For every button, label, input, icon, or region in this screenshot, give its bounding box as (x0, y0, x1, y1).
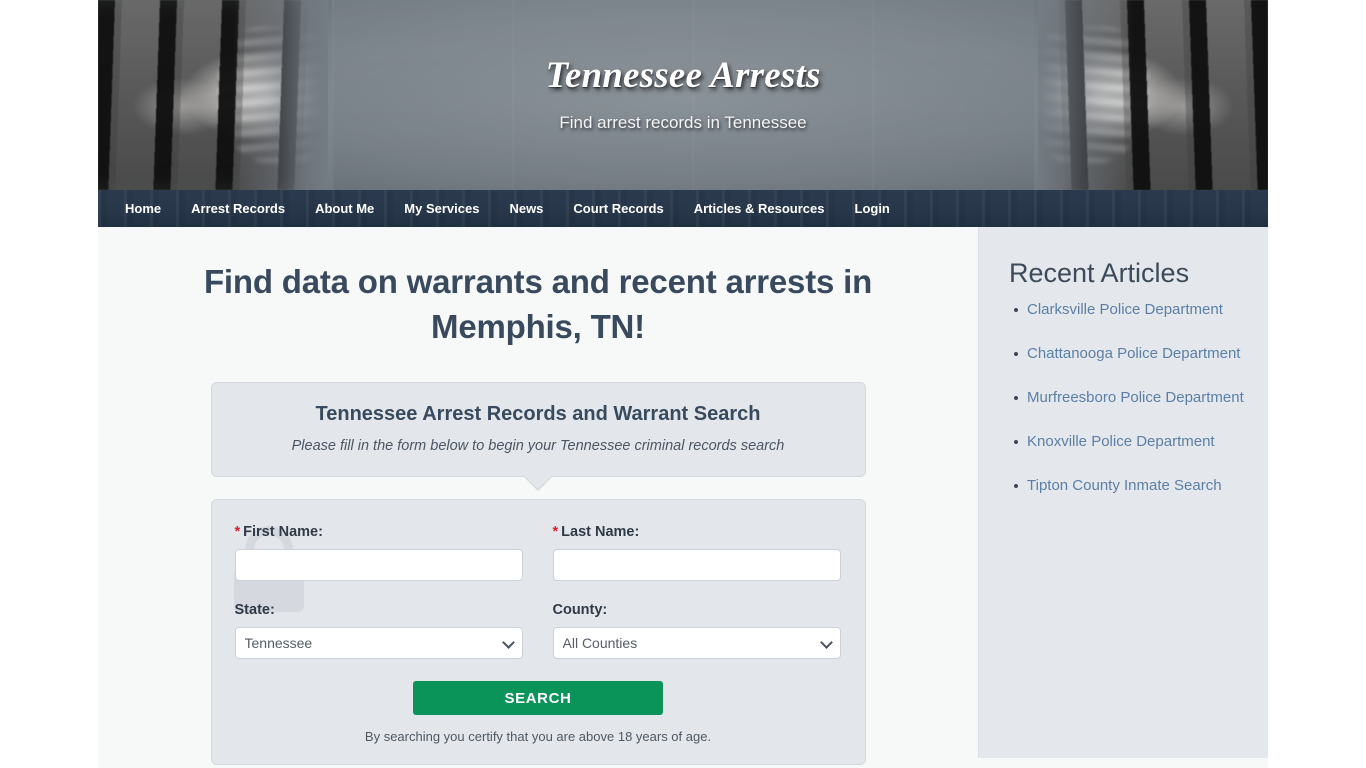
sidebar-article-link-knoxville[interactable]: Knoxville Police Department (1027, 433, 1215, 450)
county-label: County: (552, 602, 608, 619)
sidebar-article-link-clarksville[interactable]: Clarksville Police Department (1027, 301, 1223, 318)
county-select-wrapper: All Counties (552, 627, 841, 660)
list-item: Tipton County Inmate Search (1014, 475, 1248, 497)
first-name-field-group: * First Name: (234, 518, 523, 582)
content-columns: Find data on warrants and recent arrests… (98, 227, 1268, 766)
sidebar: Recent Articles Clarksville Police Depar… (978, 227, 1268, 758)
sidebar-article-link-murfreesboro[interactable]: Murfreesboro Police Department (1027, 389, 1244, 406)
site-masthead: Tennessee Arrests Find arrest records in… (98, 0, 1268, 190)
county-select[interactable]: All Counties (552, 627, 841, 660)
first-name-label-text: First Name: (243, 524, 323, 541)
state-select-wrapper: Tennessee (234, 627, 523, 660)
last-name-label-text: Last Name: (561, 524, 640, 541)
site-container: Tennessee Arrests Find arrest records in… (98, 0, 1268, 768)
sidebar-title: Recent Articles (1009, 258, 1190, 288)
last-name-field-group: * Last Name: (552, 518, 841, 582)
page-title: Find data on warrants and recent arrests… (203, 263, 873, 345)
callout-subtitle: Please fill in the form below to begin y… (291, 438, 785, 455)
nav-items-container: Home Arrest Records About Me My Services… (98, 190, 1268, 227)
first-name-label: * First Name: (235, 524, 523, 540)
last-name-input[interactable] (552, 549, 841, 582)
last-name-label: * Last Name: (553, 524, 841, 540)
search-callout-wrapper: Tennessee Arrest Records and Warrant Sea… (210, 382, 866, 492)
state-select[interactable]: Tennessee (234, 627, 523, 660)
list-item: Knoxville Police Department (1014, 431, 1248, 453)
nav-item-arrest-records[interactable]: Arrest Records (176, 190, 300, 227)
main-content-column: Find data on warrants and recent arrests… (98, 227, 978, 766)
sidebar-article-link-chattanooga[interactable]: Chattanooga Police Department (1027, 345, 1240, 362)
age-disclaimer-text: By searching you certify that you are ab… (364, 729, 712, 745)
nav-item-news[interactable]: News (494, 190, 558, 227)
nav-item-about-me[interactable]: About Me (300, 190, 389, 227)
sidebar-article-link-tipton-county[interactable]: Tipton County Inmate Search (1027, 477, 1222, 494)
recent-articles-list: Clarksville Police Department Chattanoog… (1009, 299, 1248, 497)
county-field-group: County: All Counties (552, 596, 841, 660)
state-field-group: State: Tennessee (234, 596, 523, 660)
nav-item-articles-resources[interactable]: Articles & Resources (679, 190, 840, 227)
location-fields-row: State: Tennessee County: All Counties (234, 596, 842, 660)
list-item: Chattanooga Police Department (1014, 343, 1248, 365)
list-item: Clarksville Police Department (1014, 299, 1248, 321)
nav-item-login[interactable]: Login (840, 190, 905, 227)
callout-title: Tennessee Arrest Records and Warrant Sea… (315, 403, 761, 426)
nav-item-home[interactable]: Home (110, 190, 176, 227)
required-asterisk-icon: * (234, 524, 241, 541)
nav-item-court-records[interactable]: Court Records (558, 190, 678, 227)
nav-item-my-services[interactable]: My Services (389, 190, 494, 227)
state-label: State: (234, 602, 275, 619)
first-name-input[interactable] (234, 549, 523, 582)
site-tagline: Find arrest records in Tennessee (559, 113, 807, 132)
name-fields-row: * First Name: * Last Name: (234, 518, 842, 582)
primary-navigation: Home Arrest Records About Me My Services… (98, 190, 1268, 227)
search-button-wrapper: SEARCH (235, 681, 842, 716)
masthead-text-block: Tennessee Arrests Find arrest records in… (98, 0, 1268, 133)
required-asterisk-icon: * (552, 524, 559, 541)
callout-tail-fill (523, 475, 553, 490)
search-button[interactable]: SEARCH (413, 681, 663, 716)
page-root: Tennessee Arrests Find arrest records in… (0, 0, 1366, 768)
search-callout: Tennessee Arrest Records and Warrant Sea… (210, 382, 866, 492)
list-item: Murfreesboro Police Department (1014, 387, 1248, 409)
arrest-search-form: * First Name: * Last Name: State: Tennes… (210, 499, 866, 766)
site-title: Tennessee Arrests (545, 55, 821, 96)
